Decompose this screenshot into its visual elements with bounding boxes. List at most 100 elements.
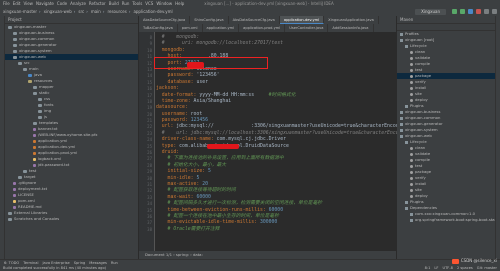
breadcrumb-item[interactable]: xingxuan-web	[44, 9, 72, 14]
code-token: # Oracle需要打开注释	[156, 226, 220, 232]
editor-tabs: AbsDataSourceCfg.java ShiroConfig.java Abs…	[139, 16, 396, 32]
code-line[interactable]: # Oracle需要打开注释	[156, 227, 396, 233]
status-item[interactable]: UTF-8	[442, 266, 452, 270]
menu-refactor[interactable]: Refactor	[89, 1, 106, 6]
src-icon	[28, 73, 32, 77]
maven-item-label: verify	[415, 175, 426, 180]
editor-tab[interactable]: AddSessionInfo.java	[328, 24, 374, 32]
folder-icon	[13, 43, 17, 47]
maven-item-label: Plugins	[410, 103, 424, 108]
menu-navigate[interactable]: Navigate	[36, 1, 54, 6]
window-title: xingxuan [...] - application-dev.yml [xi…	[204, 1, 334, 6]
folder-icon	[400, 38, 403, 42]
file-icon	[13, 187, 16, 191]
tree-item-label: deployment.txt	[18, 186, 48, 191]
tree-item-label: application-dev.yml	[38, 144, 76, 149]
maven-item-label: com.xxx:xingxuan-common:1.0	[415, 211, 476, 216]
editor-tab[interactable]: application-dev.yml	[279, 16, 325, 24]
editor-tab[interactable]: application.yml	[203, 24, 240, 32]
yml-icon	[33, 151, 36, 155]
code-token: password:	[156, 73, 197, 79]
maven-item[interactable]: org.springframework.boot:spring-boot-sta…	[397, 217, 496, 223]
status-item[interactable]: 2 spaces	[457, 266, 473, 270]
project-structure-icon[interactable]	[484, 9, 489, 14]
run-config-select[interactable]: Xingxuan	[415, 8, 446, 15]
maven-item-label: xingxuan-generator	[405, 121, 443, 126]
menu-view[interactable]: View	[23, 1, 33, 6]
folder-icon	[38, 115, 42, 119]
tree-item-label: banner.txt	[38, 126, 58, 131]
maven-item-label: xingxuan-system	[405, 127, 438, 132]
maven-item-label: deploy	[415, 193, 428, 198]
code-token: 123456	[190, 118, 208, 124]
editor-tab[interactable]: TuBaiConfig.java	[139, 24, 178, 32]
code-token: 20	[202, 181, 208, 187]
maven-item-label: site	[415, 187, 422, 192]
search-icon[interactable]	[492, 9, 497, 14]
editor-tab[interactable]: pom.xml	[178, 24, 203, 32]
maven-toolbar[interactable]	[397, 24, 496, 31]
menu-file[interactable]: File	[3, 1, 10, 6]
right-tool-strip[interactable]	[495, 16, 500, 259]
status-item[interactable]: Git: master	[477, 266, 497, 270]
editor-tab[interactable]: application-prod.yml	[239, 24, 286, 32]
code-token: druid:	[156, 150, 180, 156]
code-token: Asia/Shanghai	[193, 98, 232, 104]
editor-tab[interactable]: AbsDataSourceCfg.java	[229, 16, 280, 24]
folder-icon	[38, 103, 42, 107]
tree-item-label: templates	[39, 120, 59, 125]
coverage-icon[interactable]	[468, 9, 473, 14]
tree-item-label: jdk.password.txt	[38, 162, 70, 167]
file-icon	[13, 193, 16, 197]
editor-tab[interactable]: ShiroConfig.java	[190, 16, 229, 24]
menu-vcs[interactable]: VCS	[145, 1, 153, 6]
menu-edit[interactable]: Edit	[13, 1, 21, 6]
project-panel-title: Project	[5, 16, 138, 24]
menu-analyze[interactable]: Analyze	[70, 1, 86, 6]
status-item[interactable]: LF	[434, 266, 438, 270]
folder-icon	[38, 97, 42, 101]
code-token: driver-class-name:	[156, 137, 217, 143]
breadcrumb-item[interactable]: src	[78, 9, 84, 14]
tree-item-label: README.md	[18, 204, 42, 209]
tree-item-label: mapper	[39, 84, 54, 89]
status-item[interactable]: 8:1	[425, 266, 431, 270]
menu-run[interactable]: Run	[122, 1, 130, 6]
folder-icon	[405, 140, 408, 144]
breadcrumb-item[interactable]: main	[91, 9, 101, 14]
chevron-right-icon: ›	[102, 9, 105, 14]
breadcrumb-item[interactable]: application-dev.yml	[133, 9, 172, 14]
maven-item-label: xingxuan-web	[405, 133, 432, 138]
file-icon	[33, 163, 36, 167]
code-token: # 初始化大小，最小，最大	[156, 162, 227, 168]
code-token: # 下面为连接池的补充设置，应用到上面所有数据源中	[156, 156, 284, 162]
breadcrumb-item[interactable]: xingxuan-master	[3, 9, 37, 14]
menu-code[interactable]: Code	[57, 1, 67, 6]
gear-icon	[410, 68, 413, 72]
run-icon[interactable]	[452, 9, 457, 14]
maven-item-label: clean	[415, 49, 426, 54]
watermark: CSDN @silence_xi	[451, 258, 497, 264]
folder-icon	[33, 85, 37, 89]
xml-icon	[13, 199, 16, 203]
tree-item-label: application-prod.yml	[38, 150, 78, 155]
tab-row-2: TuBaiConfig.java pom.xml application.yml ap…	[139, 24, 396, 32]
debug-icon[interactable]	[460, 9, 465, 14]
tree-item[interactable]: Scratches and Consoles	[5, 216, 138, 222]
menu-help[interactable]: Help	[175, 1, 184, 6]
editor-tab[interactable]: AbsDataSourceCfg.java	[139, 16, 191, 24]
menu-build[interactable]: Build	[109, 1, 119, 6]
menu-window[interactable]: Window	[156, 1, 172, 6]
editor-tab[interactable]: XingxuanApplication.java	[324, 16, 379, 24]
project-panel: Project xingxuan-master xingxuan-business…	[5, 16, 138, 259]
breadcrumb-item[interactable]: resources	[107, 9, 126, 14]
maven-item-label: Dependencies	[410, 205, 438, 210]
editor-tab[interactable]: UserController.java	[285, 24, 329, 32]
editor-area: AbsDataSourceCfg.java ShiroConfig.java Abs…	[139, 16, 419, 259]
stop-icon[interactable]	[476, 9, 481, 14]
menu-tools[interactable]: Tools	[132, 1, 142, 6]
code-token: min-evictable-idle-time-millis:	[156, 220, 260, 226]
code-token: # url: jdbc:mysql://localhost:3306/xingx…	[156, 130, 416, 136]
code-token: # uri: mongodb://localhost:27017/test	[156, 41, 284, 47]
tree-item-label: xingxuan-common	[19, 36, 55, 41]
